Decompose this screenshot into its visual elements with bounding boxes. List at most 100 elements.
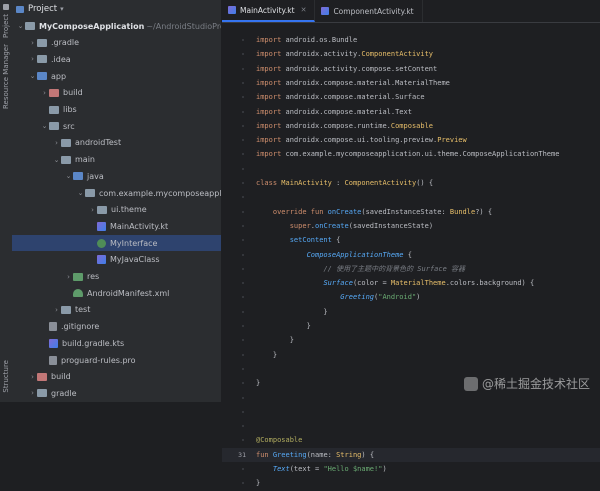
tab-mainactivity[interactable]: MainActivity.kt ✕ [222, 0, 316, 22]
tree-item[interactable]: .gitignore [12, 319, 221, 335]
gutter-dot [242, 282, 244, 285]
tree-item[interactable]: ⌄ src [12, 118, 221, 134]
tree-item-label: build.gradle.kts [62, 338, 125, 348]
chevron-down-icon[interactable]: ⌄ [28, 72, 37, 80]
code-line: import androidx.compose.material.Materia… [256, 78, 450, 87]
chevron-down-icon[interactable]: ⌄ [76, 189, 85, 197]
tree-item[interactable]: ⌄ java [12, 168, 221, 184]
tree-item[interactable]: ⌄ MyComposeApplication~/AndroidStudioProj… [12, 18, 221, 34]
tree-item-label: main [75, 155, 95, 165]
chevron-right-icon[interactable]: › [88, 206, 97, 214]
project-panel-header[interactable]: Project ▾ [12, 0, 221, 18]
file-icon [49, 355, 57, 365]
gutter-dot [242, 196, 244, 199]
code-line: import androidx.compose.material.Text [256, 107, 412, 116]
tab-componentactivity[interactable]: ComponentActivity.kt [315, 0, 423, 22]
folder-icon [49, 105, 59, 114]
tree-item[interactable]: › build [12, 369, 221, 385]
code-line: Surface(color = MaterialTheme.colors.bac… [323, 279, 535, 288]
tree-item[interactable]: ⌄ main [12, 152, 221, 168]
tree-item-label: proguard-rules.pro [61, 355, 136, 365]
code-line: import androidx.compose.ui.tooling.previ… [256, 136, 467, 145]
tree-item-label: build [51, 372, 71, 382]
gutter-dot [242, 439, 244, 442]
tree-item[interactable]: › res [12, 269, 221, 285]
kotlin-file-icon [228, 6, 236, 14]
chevron-down-icon[interactable]: ⌄ [52, 156, 61, 164]
chevron-right-icon[interactable]: › [28, 373, 37, 381]
tree-item[interactable]: › androidTest [12, 135, 221, 151]
tree-item[interactable]: › ui.theme [12, 202, 221, 218]
tree-item-label: src [63, 121, 75, 131]
package-icon [85, 189, 95, 197]
chevron-right-icon[interactable]: › [28, 389, 37, 397]
chevron-down-icon[interactable]: ▾ [60, 5, 64, 13]
kotlin-file-icon [321, 7, 330, 15]
structure-tool-label[interactable]: Structure [2, 360, 10, 393]
folder-icon [61, 138, 71, 147]
chevron-down-icon[interactable]: ⌄ [16, 22, 25, 30]
code-line: import android.os.Bundle [256, 36, 358, 44]
tree-item-label: com.example.mycomposeapplication [99, 188, 222, 198]
tree-item[interactable]: ⌄ com.example.mycomposeapplication [12, 185, 221, 201]
tree-item[interactable]: MyInterface [12, 235, 221, 252]
tree-item[interactable]: AndroidManifest.xml [12, 285, 221, 301]
kotlin-file-icon [49, 338, 58, 348]
project-tool-icon[interactable] [3, 4, 9, 10]
tree-item-label: androidTest [75, 138, 122, 148]
tree-item-label: test [75, 305, 91, 315]
project-panel: Project ▾ ⌄ MyComposeApplication ~/Android… [12, 0, 222, 402]
tree-item[interactable]: MainActivity.kt [12, 218, 221, 234]
code-line: } [256, 350, 278, 359]
gutter-dot [242, 53, 244, 56]
project-tool-label[interactable]: Project [2, 14, 10, 38]
module-folder-icon [37, 72, 47, 81]
tree-item[interactable]: build.gradle.kts [12, 335, 221, 351]
gutter-dot [242, 267, 244, 270]
tree-item[interactable]: MyJavaClass [12, 252, 221, 268]
chevron-right-icon[interactable]: › [52, 139, 61, 147]
tree-item-label: .gitignore [61, 322, 100, 332]
code-line: Text(text = "Hello $name!") [272, 465, 387, 473]
folder-icon [37, 38, 47, 47]
chevron-down-icon[interactable]: ⌄ [64, 172, 73, 180]
watermark: @稀土掘金技术社区 [463, 375, 590, 392]
tree-item[interactable]: proguard-rules.pro [12, 352, 221, 368]
chevron-right-icon[interactable]: › [40, 89, 49, 97]
chevron-right-icon[interactable]: › [28, 55, 37, 63]
folder-icon [49, 122, 59, 131]
chevron-right-icon[interactable]: › [64, 273, 73, 281]
gutter-dot [242, 468, 244, 470]
code-editor[interactable]: import android.os.Bundle import androidx.… [256, 23, 600, 487]
editor-area: MainActivity.kt ✕ ComponentActivity.kt 3… [222, 0, 600, 487]
excluded-folder-icon [49, 88, 59, 97]
tree-item[interactable]: › .gradle [12, 35, 221, 51]
tree-item[interactable]: › gradle [12, 385, 221, 401]
tree-item[interactable]: › build [12, 85, 221, 101]
tree-item-label: libs [63, 105, 77, 114]
gutter-dot [242, 167, 244, 170]
code-line: import com.example.mycomposeapplication.… [256, 150, 560, 159]
folder-icon [61, 155, 71, 164]
code-line: import androidx.activity.ComponentActivi… [256, 50, 434, 59]
code-line: } [256, 322, 311, 330]
tab-label: ComponentActivity.kt [333, 6, 414, 16]
package-icon [97, 205, 107, 214]
interface-icon [97, 238, 106, 248]
chevron-right-icon[interactable]: › [52, 306, 61, 314]
code-line: setContent { [289, 236, 341, 245]
chevron-right-icon[interactable]: › [28, 39, 37, 47]
tree-item-label: ui.theme [111, 205, 147, 215]
chevron-down-icon[interactable]: ⌄ [40, 122, 49, 130]
source-folder-icon [73, 172, 83, 181]
tree-item[interactable]: › test [12, 302, 221, 318]
tree-item[interactable]: ⌄ app [12, 68, 221, 84]
close-icon[interactable]: ✕ [301, 6, 307, 14]
gutter-dot [242, 339, 244, 342]
tree-item[interactable]: › .idea [12, 51, 221, 67]
gutter-dot [242, 482, 244, 485]
tree-item[interactable]: libs [12, 102, 221, 118]
tree-item-label: AndroidManifest.xml [87, 288, 170, 298]
resource-manager-tool-label[interactable]: Resource Manager [2, 44, 10, 109]
gutter-dot [242, 139, 244, 142]
